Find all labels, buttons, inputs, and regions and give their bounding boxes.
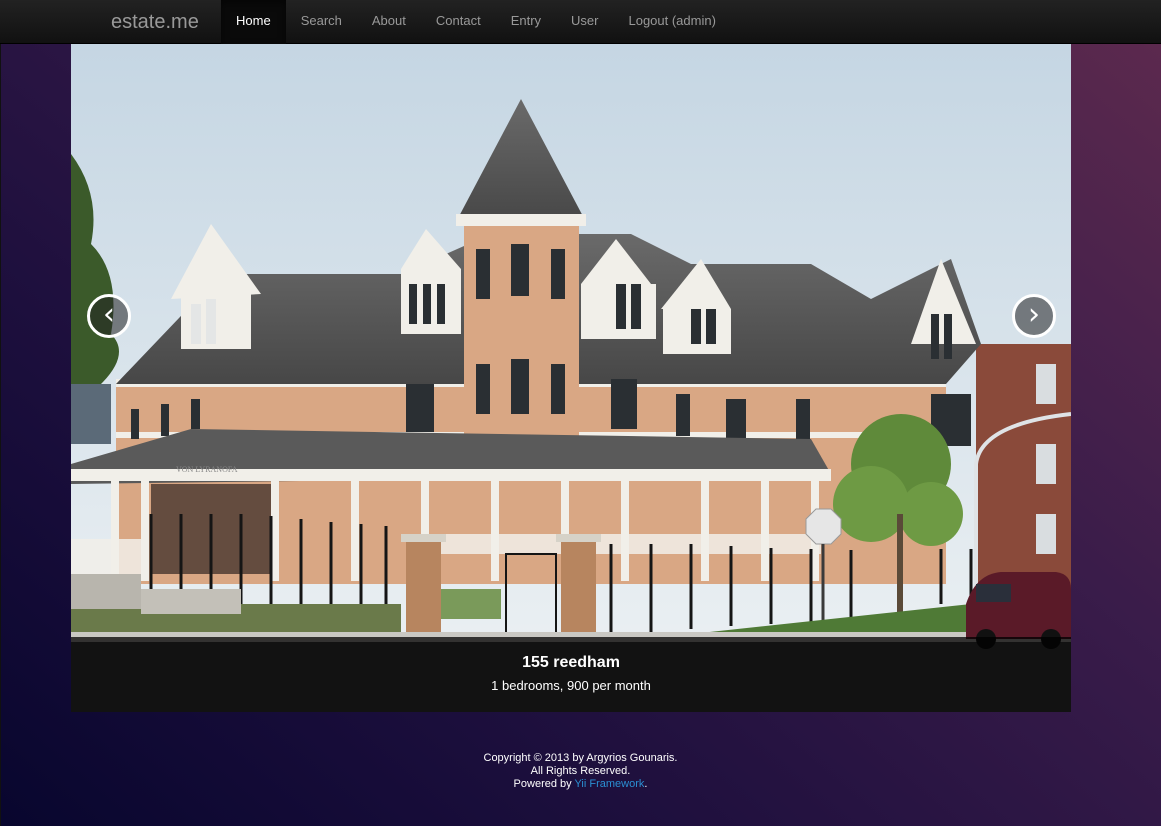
main-nav: Home Search About Contact Entry User Log… bbox=[221, 0, 731, 44]
nav-item-search: Search bbox=[286, 0, 357, 44]
nav-item-home: Home bbox=[221, 0, 286, 44]
top-navbar: estate.me Home Search About Contact Entr… bbox=[0, 0, 1161, 44]
nav-link-entry[interactable]: Entry bbox=[496, 0, 556, 44]
nav-link-home[interactable]: Home bbox=[221, 0, 286, 44]
carousel-next-button[interactable]: › bbox=[1012, 294, 1056, 338]
property-photo[interactable]: VON LYRANOFA bbox=[71, 44, 1071, 712]
footer-powered-prefix: Powered by bbox=[513, 778, 575, 790]
footer-powered: Powered by Yii Framework. bbox=[0, 778, 1161, 791]
nav-item-entry: Entry bbox=[496, 0, 556, 44]
nav-link-search[interactable]: Search bbox=[286, 0, 357, 44]
footer-copyright: Copyright © 2013 by Argyrios Gounaris. bbox=[483, 752, 678, 764]
nav-link-user[interactable]: User bbox=[556, 0, 613, 44]
nav-link-logout[interactable]: Logout (admin) bbox=[613, 0, 730, 44]
nav-link-contact[interactable]: Contact bbox=[421, 0, 496, 44]
property-details: 1 bedrooms, 900 per month bbox=[491, 678, 651, 693]
brand-link[interactable]: estate.me bbox=[111, 10, 199, 34]
footer-rights: All Rights Reserved. bbox=[530, 765, 631, 777]
nav-item-contact: Contact bbox=[421, 0, 496, 44]
nav-item-about: About bbox=[357, 0, 421, 44]
property-carousel: VON LYRANOFA ‹ › 155 reedham 1 bedrooms,… bbox=[71, 44, 1071, 712]
yii-framework-link[interactable]: Yii Framework bbox=[575, 778, 645, 790]
nav-link-about[interactable]: About bbox=[357, 0, 421, 44]
nav-item-logout: Logout (admin) bbox=[613, 0, 730, 44]
carousel-caption: 155 reedham 1 bedrooms, 900 per month bbox=[71, 637, 1071, 712]
page-edge-divider bbox=[0, 44, 1, 826]
nav-item-user: User bbox=[556, 0, 613, 44]
porch-sign-text: VON LYRANOFA bbox=[176, 465, 238, 474]
property-title: 155 reedham bbox=[522, 654, 620, 671]
page-footer: Copyright © 2013 by Argyrios Gounaris. A… bbox=[0, 752, 1161, 791]
footer-powered-suffix: . bbox=[644, 778, 648, 790]
carousel-prev-button[interactable]: ‹ bbox=[87, 294, 131, 338]
